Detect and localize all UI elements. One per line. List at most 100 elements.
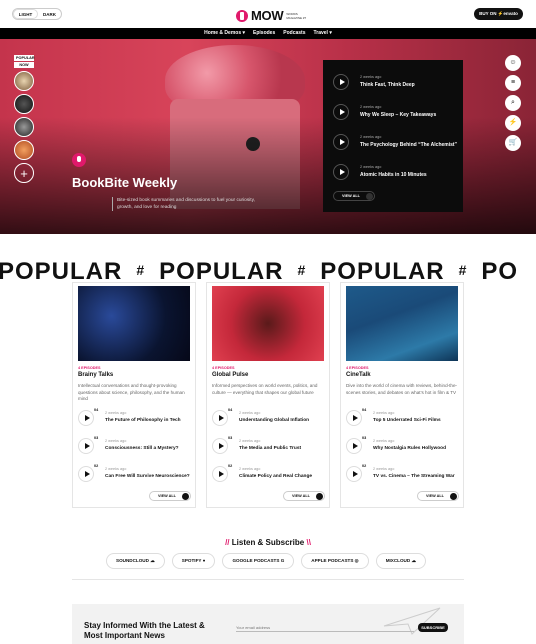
play-icon[interactable] <box>212 466 228 482</box>
email-field[interactable]: Your email address <box>236 623 414 632</box>
menu-icon[interactable]: ≡ <box>505 75 521 91</box>
playlist-item[interactable]: 2 weeks ago Atomic Habits in 10 Minutes <box>333 162 458 184</box>
play-icon[interactable] <box>346 466 362 482</box>
episode-title[interactable]: TV vs. Cinema – The Streaming War <box>373 474 455 479</box>
search-icon[interactable]: ⌕ <box>505 95 521 111</box>
list-item[interactable]: 04 2 weeks ago Understanding Global Infl… <box>212 408 326 430</box>
podcast-title[interactable]: Global Pulse <box>212 372 248 378</box>
play-icon[interactable] <box>333 104 349 120</box>
soundcloud-button[interactable]: SOUNDCLOUD ☁ <box>106 553 165 569</box>
list-item[interactable]: 03 2 weeks ago Consciousness: Still a My… <box>78 436 192 458</box>
buy-button[interactable]: BUY ON ⚡envato <box>474 8 523 20</box>
bolt-icon[interactable]: ⚡ <box>505 115 521 131</box>
episode-date: 2 weeks ago <box>239 411 261 415</box>
cart-icon[interactable]: 🛒 <box>505 135 521 151</box>
add-icon[interactable]: + <box>14 163 34 183</box>
slash-mark-left: // <box>225 538 230 547</box>
view-all-button[interactable]: VIEW ALL <box>417 491 459 501</box>
episode-title[interactable]: Climate Policy and Real Change <box>239 474 312 479</box>
episode-date: 2 weeks ago <box>105 467 127 471</box>
podcast-title[interactable]: Brainy Talks <box>78 372 113 378</box>
episode-title[interactable]: Why We Sleep – Key Takeaways <box>360 112 436 118</box>
hero-title[interactable]: BookBite Weekly <box>72 175 177 190</box>
list-item[interactable]: 04 2 weeks ago Top 5 Underrated Sci-Fi F… <box>346 408 460 430</box>
marquee-word: PO <box>481 258 519 285</box>
play-icon[interactable] <box>346 410 362 426</box>
avatar[interactable] <box>14 140 34 160</box>
play-icon[interactable] <box>78 466 94 482</box>
logo-text: MOW <box>251 8 284 23</box>
nav-item-episodes[interactable]: Episodes <box>253 28 275 39</box>
episode-count: 4 EPISODES <box>346 366 369 370</box>
google-podcasts-button[interactable]: GOOGLE PODCASTS G <box>222 553 295 569</box>
podcast-description: Informed perspectives on world events, p… <box>212 383 318 395</box>
episode-title[interactable]: Atomic Habits in 10 Minutes <box>360 172 427 178</box>
main-nav: Home & Demos ▾ Episodes Podcasts Travel … <box>0 28 536 39</box>
episode-title[interactable]: The Future of Philosophy in Tech <box>105 418 181 423</box>
episode-number: 03 <box>228 436 233 440</box>
episode-number: 04 <box>228 408 233 412</box>
mixcloud-button[interactable]: MIXCLOUD ☁ <box>375 553 427 569</box>
avatar[interactable] <box>14 117 34 137</box>
spotify-label: SPOTIFY <box>181 558 202 563</box>
list-item[interactable]: 03 2 weeks ago Why Nostalgia Rules Holly… <box>346 436 460 458</box>
playlist-item[interactable]: 2 weeks ago The Psychology Behind “The A… <box>333 132 458 154</box>
play-icon[interactable] <box>212 410 228 426</box>
podcast-title[interactable]: CineTalk <box>346 372 371 378</box>
apple-podcasts-button[interactable]: APPLE PODCASTS ◎ <box>301 553 369 569</box>
view-all-button[interactable]: VIEW ALL <box>283 491 325 501</box>
episode-title[interactable]: Can Free Will Survive Neuroscience? <box>105 474 190 479</box>
play-icon[interactable] <box>333 164 349 180</box>
arrow-icon <box>182 493 189 500</box>
avatar[interactable] <box>14 71 34 91</box>
theme-toggle[interactable]: LIGHT DARK <box>12 8 62 20</box>
play-icon[interactable] <box>333 74 349 90</box>
episode-title[interactable]: Think Fast, Think Deep <box>360 82 415 88</box>
play-icon[interactable] <box>333 134 349 150</box>
episode-title[interactable]: Why Nostalgia Rules Hollywood <box>373 446 446 451</box>
avatar[interactable] <box>14 94 34 114</box>
list-item[interactable]: 03 2 weeks ago The Media and Public Trus… <box>212 436 326 458</box>
play-icon[interactable] <box>78 410 94 426</box>
nav-item-home-demos[interactable]: Home & Demos ▾ <box>204 28 245 39</box>
podcast-cover-image[interactable] <box>212 286 324 361</box>
play-icon[interactable] <box>212 438 228 454</box>
episode-title[interactable]: Understanding Global Inflation <box>239 418 309 423</box>
list-item[interactable]: 02 2 weeks ago Climate Policy and Real C… <box>212 464 326 486</box>
popular-now-rail: POPULAR NOW + <box>14 55 36 183</box>
episode-title[interactable]: The Media and Public Trust <box>239 446 301 451</box>
episode-title[interactable]: The Psychology Behind “The Alchemist” <box>360 142 457 148</box>
playlist-item[interactable]: 2 weeks ago Why We Sleep – Key Takeaways <box>333 102 458 124</box>
dark-mode-option[interactable]: DARK <box>38 12 61 17</box>
nav-item-podcasts[interactable]: Podcasts <box>283 28 305 39</box>
view-all-button[interactable]: VIEW ALL <box>149 491 191 501</box>
site-logo[interactable]: MOW WORDS MAGAZINE #7 <box>236 8 308 23</box>
view-all-label: VIEW ALL <box>342 194 360 198</box>
newsletter-section: Stay Informed With the Latest & Most Imp… <box>72 604 464 644</box>
list-item[interactable]: 02 2 weeks ago TV vs. Cinema – The Strea… <box>346 464 460 486</box>
episode-date: 2 weeks ago <box>239 467 261 471</box>
play-icon[interactable] <box>346 438 362 454</box>
popular-label: POPULAR <box>14 55 35 61</box>
arrow-icon <box>316 493 323 500</box>
spotify-button[interactable]: SPOTIFY ● <box>171 553 216 569</box>
subscribe-button[interactable]: SUBSCRIBE <box>418 623 448 632</box>
logo-icon <box>236 9 248 22</box>
playlist-item[interactable]: 2 weeks ago Think Fast, Think Deep <box>333 72 458 94</box>
view-all-label: VIEW ALL <box>426 494 444 498</box>
light-mode-option[interactable]: LIGHT <box>13 9 38 19</box>
episode-title[interactable]: Consciousness: Still a Mystery? <box>105 446 179 451</box>
podcast-cover-image[interactable] <box>78 286 190 361</box>
nav-item-travel[interactable]: Travel ▾ <box>313 28 331 39</box>
episode-date: 2 weeks ago <box>373 411 395 415</box>
list-item[interactable]: 04 2 weeks ago The Future of Philosophy … <box>78 408 192 430</box>
newsletter-heading: Stay Informed With the Latest & Most Imp… <box>84 621 205 640</box>
play-icon[interactable] <box>78 438 94 454</box>
section-divider <box>72 579 464 580</box>
list-item[interactable]: 02 2 weeks ago Can Free Will Survive Neu… <box>78 464 192 486</box>
user-icon[interactable]: ☺ <box>505 55 521 71</box>
episode-title[interactable]: Top 5 Underrated Sci-Fi Films <box>373 418 441 423</box>
podcast-cover-image[interactable] <box>346 286 458 361</box>
microphone-icon <box>72 153 86 167</box>
view-all-button[interactable]: VIEW ALL <box>333 191 375 201</box>
